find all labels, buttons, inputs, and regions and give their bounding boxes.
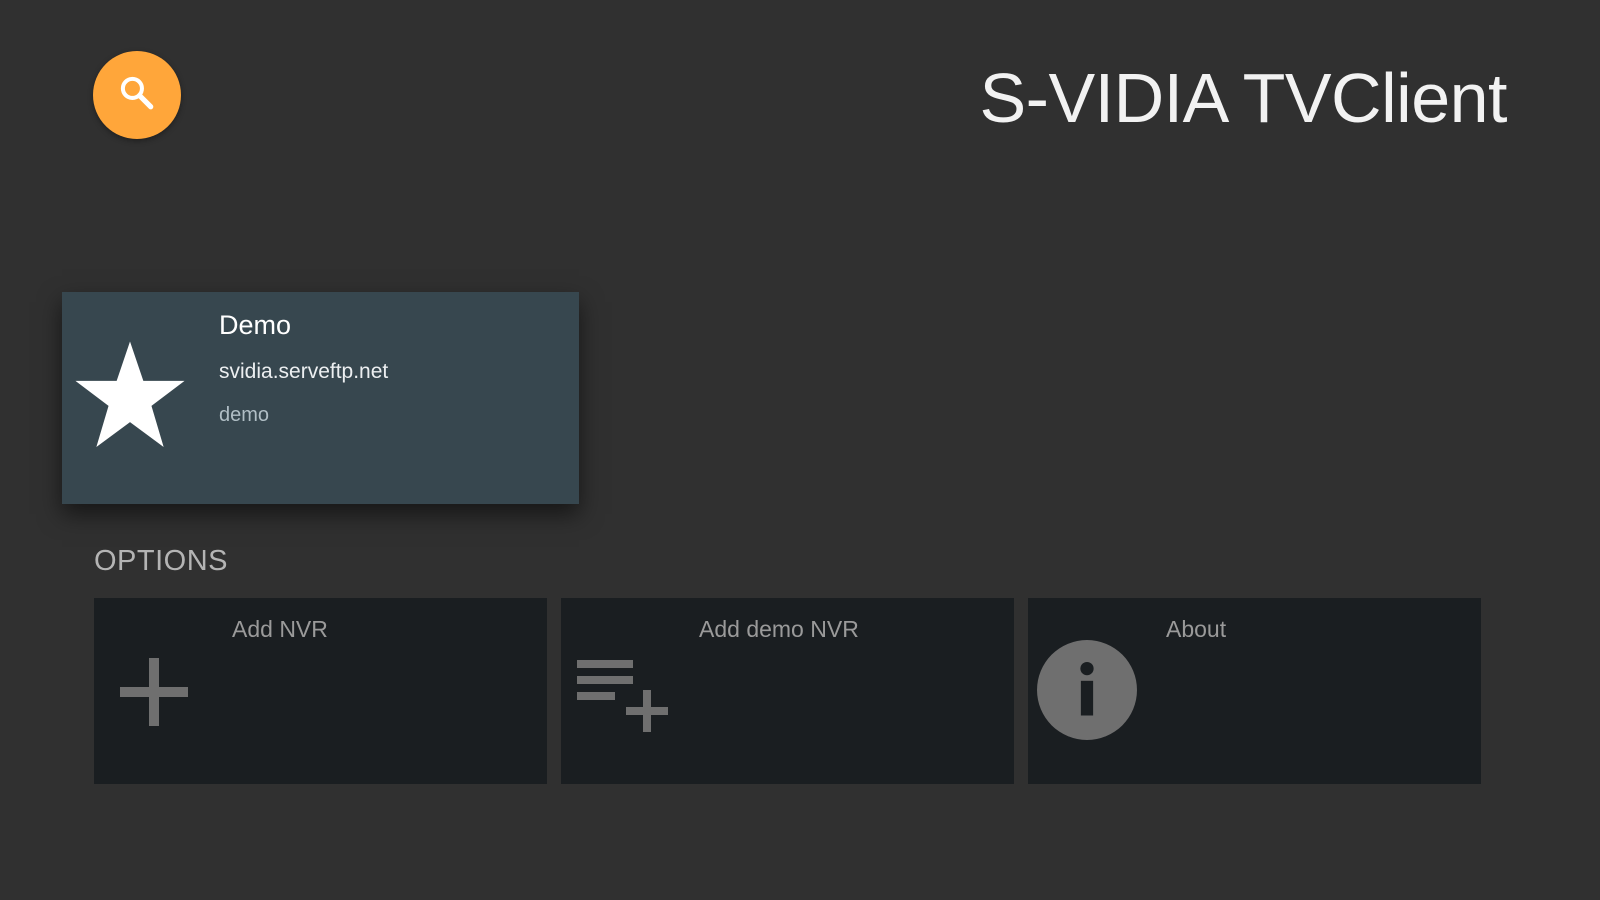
search-icon — [115, 71, 159, 120]
playlist-add-icon — [575, 656, 675, 736]
search-button[interactable] — [93, 51, 181, 139]
add-demo-nvr-button[interactable]: Add demo NVR — [561, 598, 1014, 784]
options-header: OPTIONS — [94, 545, 229, 577]
nvr-name: Demo — [219, 310, 292, 340]
add-nvr-button[interactable]: Add NVR — [94, 598, 547, 784]
about-label: About — [1166, 616, 1227, 642]
add-demo-nvr-label: Add demo NVR — [699, 616, 859, 642]
nvr-host: svidia.serveftp.net — [219, 360, 389, 383]
app-title: S-VIDIA TVClient — [979, 59, 1507, 137]
plus-icon — [118, 656, 190, 728]
star-icon — [72, 338, 188, 454]
info-icon — [1036, 639, 1138, 741]
about-button[interactable]: About — [1028, 598, 1481, 784]
nvr-card-demo[interactable]: Demo svidia.serveftp.net demo — [62, 292, 579, 504]
nvr-user: demo — [219, 404, 270, 426]
add-nvr-label: Add NVR — [232, 616, 328, 642]
